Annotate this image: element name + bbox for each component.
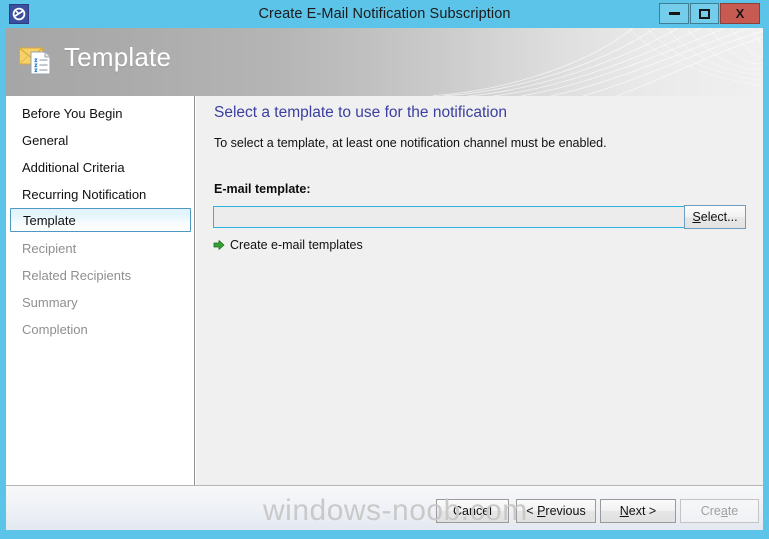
sidebar-item-label: Recipient [22, 241, 77, 256]
maximize-icon [699, 8, 710, 19]
dialog-body: Before You Begin General Additional Crit… [6, 96, 763, 485]
sidebar-item-label: Completion [22, 322, 88, 337]
title-bar: Create E-Mail Notification Subscription … [0, 0, 769, 28]
sidebar-item-additional-criteria[interactable]: Additional Criteria [10, 156, 191, 180]
cancel-button[interactable]: Cancel [436, 499, 509, 523]
close-icon: X [735, 6, 745, 21]
green-arrow-icon [213, 239, 225, 251]
page-description: To select a template, at least one notif… [214, 136, 607, 150]
next-button[interactable]: Next > [600, 499, 676, 523]
minimize-button[interactable] [659, 3, 689, 24]
banner: Template [6, 28, 763, 96]
create-button-suffix: te [727, 504, 739, 518]
email-template-input[interactable] [213, 206, 703, 228]
previous-button-suffix: revious [545, 504, 586, 518]
page-title: Select a template to use for the notific… [214, 104, 507, 121]
sidebar-item-recipient: Recipient [10, 237, 191, 261]
sidebar-item-template[interactable]: Template [10, 208, 191, 232]
next-button-accel: N [619, 504, 629, 518]
banner-mesh-decoration [433, 28, 763, 96]
sidebar-item-general[interactable]: General [10, 129, 191, 153]
sidebar-item-label: Before You Begin [22, 106, 123, 121]
sidebar-item-completion: Completion [10, 318, 191, 342]
close-button[interactable]: X [720, 3, 760, 24]
app-icon-glyph [12, 7, 26, 21]
previous-button-prefix: < [526, 504, 538, 518]
sidebar-item-label: Summary [22, 295, 78, 310]
wizard-steps-sidebar: Before You Begin General Additional Crit… [6, 96, 195, 485]
sidebar-item-recurring-notification[interactable]: Recurring Notification [10, 183, 191, 207]
sidebar-item-label: Recurring Notification [22, 187, 147, 202]
create-button-accel: a [720, 504, 728, 518]
cancel-button-prefix: Cancel [453, 504, 492, 518]
window-title: Create E-Mail Notification Subscription [258, 6, 511, 22]
email-template-label: E-mail template: [214, 182, 311, 196]
select-button-suffix: elect... [700, 210, 738, 224]
sidebar-item-label: Additional Criteria [22, 160, 125, 175]
previous-button[interactable]: < Previous [516, 499, 596, 523]
sidebar-item-before-you-begin[interactable]: Before You Begin [10, 102, 191, 126]
sidebar-item-label: Template [23, 213, 76, 228]
select-button-accel: S [692, 210, 701, 224]
maximize-button[interactable] [690, 3, 719, 24]
sidebar-item-label: Related Recipients [22, 268, 132, 283]
main-panel: Select a template to use for the notific… [196, 96, 763, 485]
create-email-templates-label: Create e-mail templates [230, 238, 363, 252]
banner-title: Template [64, 42, 172, 72]
sidebar-item-related-recipients: Related Recipients [10, 264, 191, 288]
select-template-button[interactable]: Select... [684, 205, 746, 229]
next-button-suffix: ext > [628, 504, 657, 518]
app-icon [9, 4, 29, 24]
sidebar-item-summary: Summary [10, 291, 191, 315]
create-button-prefix: Cre [700, 504, 721, 518]
create-button: Create [680, 499, 759, 523]
create-email-templates-link[interactable]: Create e-mail templates [213, 238, 363, 252]
sidebar-item-label: General [22, 133, 69, 148]
footer-button-bar: Cancel < Previous Next > Create [6, 485, 763, 530]
email-template-icon [19, 47, 51, 75]
dialog-window: Create E-Mail Notification Subscription … [0, 0, 769, 539]
minimize-icon [668, 12, 680, 15]
